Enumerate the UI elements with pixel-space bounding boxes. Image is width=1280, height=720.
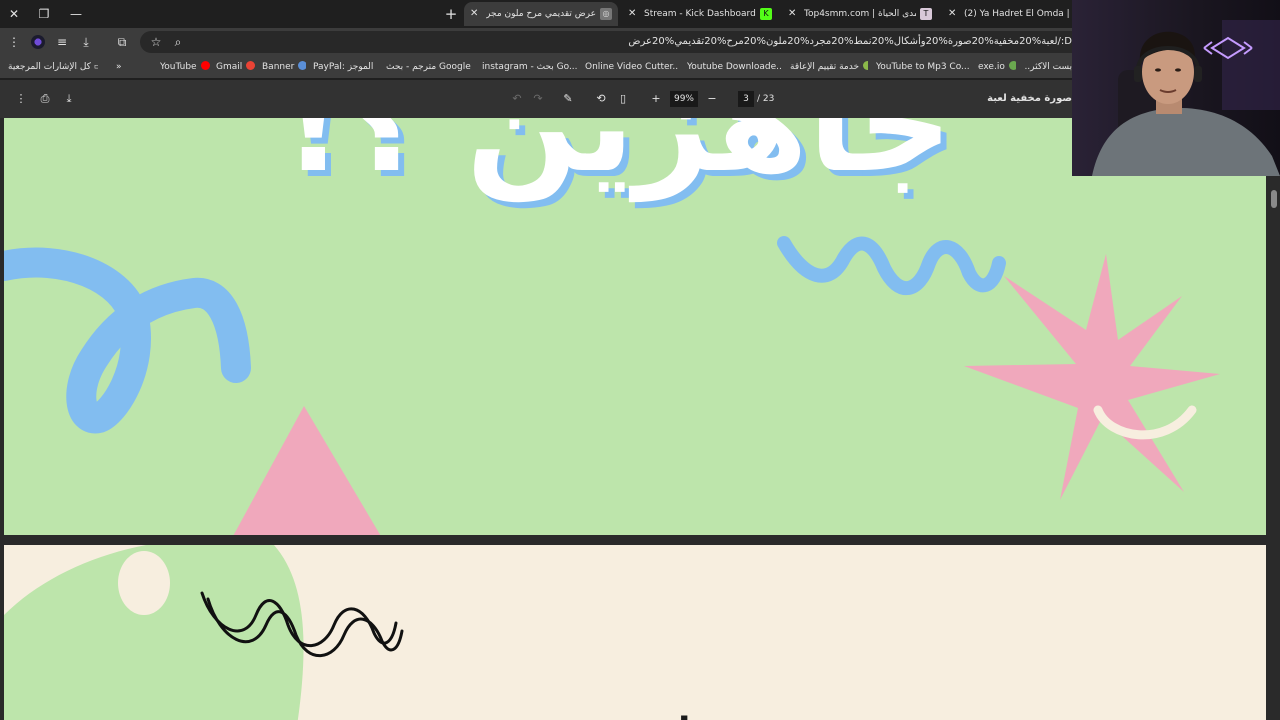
tab-close-icon[interactable]: ✕	[948, 2, 960, 26]
slide-headline: جاهزين ؟!	[283, 118, 952, 202]
blue-squiggle-shape	[777, 236, 1006, 295]
print-icon[interactable]: ⎙	[36, 90, 54, 108]
slide-artwork: جاهزين ؟! جاهزين ؟!	[4, 118, 1220, 535]
tab-title: (2) Ya Hadret El Omda | عمدة	[964, 9, 1072, 19]
bookmark-label: مترجم - بحث Google	[386, 62, 471, 72]
tab-close-icon[interactable]: ✕	[628, 2, 640, 26]
bookmark-instagram-search[interactable]: instagram - بحث Go...	[482, 56, 578, 78]
webcam-overlay	[1072, 0, 1280, 176]
address-bar[interactable]: ☆ ⌕ D:/لعبة%20مخفية%20صورة%20وأشكال%20نم…	[140, 31, 1072, 53]
bookmark-gmail[interactable]: Gmail	[216, 56, 256, 78]
pdf-page-next: جولة سريعة	[4, 545, 1266, 720]
browser-window: ✕ ❐ — + ✕ عرض تقديمي مرح ملون مجرد بنمط …	[0, 0, 1280, 720]
cream-oval-shape	[118, 551, 170, 615]
bookmark-label: Youtube Downloade...	[687, 62, 781, 72]
top4smm-favicon-icon: T	[920, 8, 932, 20]
bookmark-label: exe.io	[978, 62, 1005, 72]
tab-title: Stream - Kick Dashboard	[644, 9, 756, 19]
tab-kick-dashboard[interactable]: ✕ Stream - Kick Dashboard K	[622, 2, 778, 26]
undo-icon[interactable]: ↶	[508, 90, 526, 108]
tab-title: عرض تقديمي مرح ملون مجرد بنمط	[486, 9, 596, 19]
tab-presentation[interactable]: ✕ عرض تقديمي مرح ملون مجرد بنمط ◎	[464, 2, 618, 26]
close-window-icon[interactable]: ✕	[4, 4, 24, 24]
bookmark-label: خدمة تقييم الإعاقة	[790, 62, 860, 72]
viewer-scrollbar[interactable]	[1270, 178, 1278, 720]
tab-ya-hadret-el-omda[interactable]: ✕ (2) Ya Hadret El Omda | عمدة	[942, 2, 1072, 26]
kick-favicon-icon: K	[760, 8, 772, 20]
folder-icon: ▭	[94, 62, 98, 72]
pink-triangle-shape	[233, 406, 381, 535]
disability-service-icon	[863, 61, 868, 70]
download-icon[interactable]: ⤓	[76, 32, 96, 52]
rotate-icon[interactable]: ⟲	[592, 90, 610, 108]
bookmark-youtube-downloader[interactable]: Youtube Downloade...	[687, 56, 781, 78]
annotate-icon[interactable]: ✎	[559, 90, 577, 108]
browser-toolbar: ⋮ ≡ ⤓ ⧉ ☆ ⌕ D:/لعبة%20مخفية%20صورة%20وأش…	[0, 28, 1072, 56]
minimize-window-icon[interactable]: —	[66, 4, 86, 24]
bookmark-star-icon[interactable]: ☆	[146, 32, 166, 52]
tab-loading-icon: ◎	[600, 8, 612, 20]
page-total: / 23	[757, 94, 775, 104]
gmail-icon	[246, 61, 256, 70]
tab-top4smm[interactable]: ✕ Top4smm.com | ضمان مدى الحياة T	[782, 2, 938, 26]
profile-avatar-icon[interactable]	[31, 35, 45, 49]
pink-star-shape	[964, 254, 1220, 500]
zoom-out-icon[interactable]: −	[703, 90, 721, 108]
bookmarks-overflow-icon[interactable]: »	[116, 56, 130, 78]
bookmark-label: كل الإشارات المرجعية	[8, 62, 91, 72]
tab-close-icon[interactable]: ✕	[788, 2, 800, 26]
bookmark-label: YouTube to Mp3 Co...	[876, 62, 970, 72]
scrollbar-thumb[interactable]	[1271, 190, 1277, 208]
kebab-menu-icon[interactable]: ⋮	[4, 32, 24, 52]
zoom-in-icon[interactable]: +	[647, 90, 665, 108]
new-tab-button[interactable]: +	[442, 4, 460, 24]
fit-page-icon[interactable]: ▯	[614, 90, 632, 108]
bookmark-disability-service[interactable]: خدمة تقييم الإعاقة	[790, 56, 868, 78]
tab-title: Top4smm.com | ضمان مدى الحياة	[804, 9, 916, 19]
bookmark-online-video-cutter[interactable]: Online Video Cutter...	[585, 56, 679, 78]
bookmark-label: Gmail	[216, 62, 243, 72]
bookmark-label: بست الاكثر...	[1024, 62, 1072, 72]
redo-icon[interactable]: ↷	[529, 90, 547, 108]
tab-close-icon[interactable]: ✕	[470, 2, 482, 26]
bookmark-label: Online Video Cutter...	[585, 62, 679, 72]
banner-icon	[298, 61, 306, 70]
bookmarks-bar: كل الإشارات المرجعية ▭ » YouTube Gmail B…	[0, 56, 1072, 78]
bookmark-label: YouTube	[160, 62, 197, 72]
bookmark-youtube-to-mp3[interactable]: YouTube to Mp3 Co...	[876, 56, 970, 78]
bookmark-best-most[interactable]: بست الاكثر...	[1024, 56, 1072, 78]
url-text[interactable]: D:/لعبة%20مخفية%20صورة%20وأشكال%20نمط%20…	[180, 31, 1072, 53]
youtube-icon	[200, 61, 210, 70]
bookmark-all-bookmarks[interactable]: كل الإشارات المرجعية ▭	[8, 56, 98, 78]
download-icon[interactable]: ⤓	[60, 90, 78, 108]
pdf-viewer[interactable]: جاهزين ؟! جاهزين ؟! جولة سري	[0, 118, 1280, 720]
next-slide-artwork: جولة سريعة	[4, 545, 739, 720]
pdf-menu-icon[interactable]: ⋮	[12, 90, 30, 108]
next-slide-title: جولة سريعة	[529, 711, 739, 720]
zoom-level-field[interactable]: 99%	[670, 91, 698, 107]
streamer-camera-image	[1072, 0, 1280, 176]
bookmark-youtube[interactable]: YouTube	[160, 56, 210, 78]
media-controls-icon[interactable]: ≡	[52, 32, 72, 52]
bookmark-label: PayPal: الموجز	[313, 62, 374, 72]
document-title: صورة مخفية لعبة	[987, 93, 1072, 104]
bookmark-banner[interactable]: Banner	[262, 56, 306, 78]
pdf-page-current: جاهزين ؟! جاهزين ؟!	[4, 118, 1266, 535]
blue-loop-shape	[4, 247, 251, 434]
exe-io-icon	[1008, 61, 1016, 70]
restore-window-icon[interactable]: ❐	[34, 4, 54, 24]
bookmark-google-translate[interactable]: مترجم - بحث Google	[386, 56, 474, 78]
bookmark-exe-io[interactable]: exe.io	[978, 56, 1016, 78]
page-number-input[interactable]: 3	[738, 91, 754, 107]
bookmark-label: Banner	[262, 62, 295, 72]
bookmark-paypal[interactable]: PayPal: الموجز	[313, 56, 377, 78]
bookmark-label: instagram - بحث Go...	[482, 62, 578, 72]
extensions-icon[interactable]: ⧉	[112, 32, 132, 52]
